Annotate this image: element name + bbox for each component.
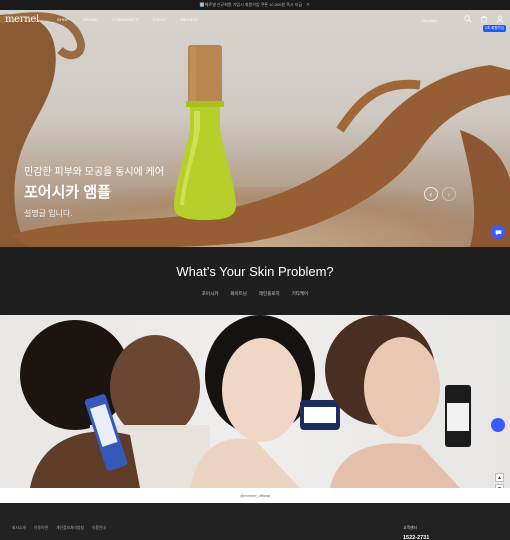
customer-service: 고객센터 1522-2731 <box>403 526 429 540</box>
hero-title: 포어시카 앰플 <box>24 184 111 201</box>
hero-subtitle: 민감한 피부와 모공을 동시에 케어 <box>24 167 164 178</box>
nav-item-event[interactable]: EVENT <box>153 17 167 22</box>
instagram-handle[interactable]: @mernel_official <box>0 488 510 503</box>
next-slide-button[interactable]: › <box>442 187 456 201</box>
skin-problem-heading: What’s Your Skin Problem? <box>176 264 334 279</box>
prev-slide-button[interactable]: ‹ <box>424 187 438 201</box>
site-footer: 회사소개 이용약관 개인정보처리방침 이용안내 고객센터 1522-2731 <box>0 503 510 540</box>
site-header: mernel SHOP BRAND COMMUNITY EVENT REVIEW… <box>0 10 510 32</box>
footer-link-guide[interactable]: 이용안내 <box>92 526 106 531</box>
language-selector[interactable]: GLOBAL <box>422 18 438 23</box>
tab-retinology[interactable]: 레틴올로지 <box>259 291 280 297</box>
search-icon[interactable] <box>464 15 472 23</box>
nav-item-review[interactable]: REVIEW <box>181 17 198 22</box>
nav-item-community[interactable]: COMMUNITY <box>112 17 138 22</box>
announcement-text[interactable]: ℹ️메르넬 신규회원 가입시 회원가입 쿠폰 10,000원 즉시 지급 <box>200 2 302 8</box>
user-icon[interactable] <box>496 15 504 23</box>
instagram-model-image[interactable] <box>0 315 510 488</box>
chat-icon <box>495 229 501 235</box>
slider-arrows: ‹ › <box>424 187 456 201</box>
close-icon[interactable]: ✕ <box>306 2 310 8</box>
tab-porecica[interactable]: 포어시카 <box>202 291 219 297</box>
cart-icon[interactable] <box>480 15 488 23</box>
cs-phone[interactable]: 1522-2731 <box>403 535 429 540</box>
skin-problem-tabs: 포어시카 화이트닝 레틴올로지 기타케어 <box>0 291 510 297</box>
header-icons <box>464 15 504 23</box>
footer-link-company[interactable]: 회사소개 <box>12 526 26 531</box>
hero-description: 설명글 입니다. <box>24 209 73 218</box>
ampoule-product-image <box>174 45 236 220</box>
footer-link-terms[interactable]: 이용약관 <box>34 526 48 531</box>
nav-item-brand[interactable]: BRAND <box>83 17 98 22</box>
footer-links: 회사소개 이용약관 개인정보처리방침 이용안내 <box>12 526 106 531</box>
hero-text-block: 민감한 피부와 모공을 동시에 케어 포어시카 앰플 설명글 입니다. <box>24 163 164 219</box>
chat-button-secondary[interactable] <box>491 418 505 432</box>
main-nav: SHOP BRAND COMMUNITY EVENT REVIEW <box>57 17 198 22</box>
nav-item-shop[interactable]: SHOP <box>57 17 69 22</box>
tab-other-care[interactable]: 기타케어 <box>292 291 309 297</box>
scroll-top-button[interactable]: ▲ <box>495 473 504 482</box>
announcement-bar: ℹ️메르넬 신규회원 가입시 회원가입 쿠폰 10,000원 즉시 지급 ✕ <box>0 0 510 10</box>
footer-link-privacy[interactable]: 개인정보처리방침 <box>56 526 84 531</box>
chat-button[interactable] <box>491 225 505 239</box>
cs-label: 고객센터 <box>403 526 417 530</box>
skin-problem-section: What’s Your Skin Problem? 포어시카 화이트닝 레틴올로… <box>0 247 510 315</box>
brand-logo[interactable]: mernel <box>5 14 39 25</box>
models-photo <box>20 315 471 488</box>
tab-whitening[interactable]: 화이트닝 <box>230 291 247 297</box>
hero-banner[interactable]: 민감한 피부와 모공을 동시에 케어 포어시카 앰플 설명글 입니다. ‹ › <box>0 10 510 247</box>
